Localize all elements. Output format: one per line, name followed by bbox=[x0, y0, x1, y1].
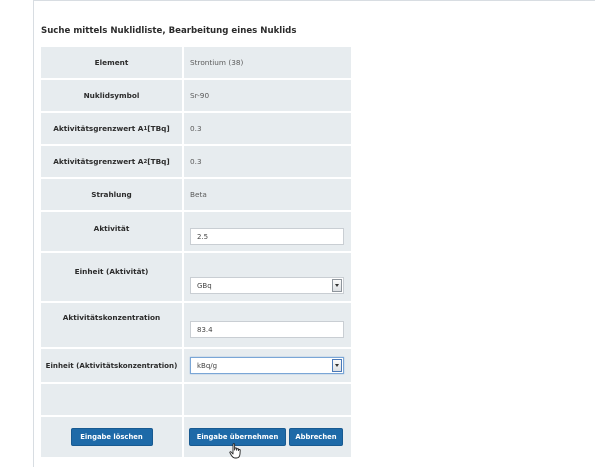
element-value: Strontium (38) bbox=[184, 47, 351, 78]
a1-label-text: Aktivitätsgrenzwert A bbox=[53, 124, 144, 133]
einheit-konzentration-select[interactable]: kBq/g bbox=[190, 357, 344, 374]
row-strahlung: Strahlung Beta bbox=[41, 179, 351, 210]
einheit-aktivitaet-cell: GBq bbox=[184, 253, 351, 301]
aktivitaet-label: Aktivität bbox=[41, 212, 182, 251]
a2-label: Aktivitätsgrenzwert A2 [TBq] bbox=[41, 146, 182, 177]
row-einheit-aktivitaet: Einheit (Aktivität) GBq bbox=[41, 253, 351, 301]
row-aktivitaet: Aktivität 2.5 bbox=[41, 212, 351, 251]
aktivitaet-cell: 2.5 bbox=[184, 212, 351, 251]
element-label: Element bbox=[41, 47, 182, 78]
aktivitaetskonzentration-cell: 83.4 bbox=[184, 303, 351, 347]
row-nuklidsymbol: Nuklidsymbol Sr-90 bbox=[41, 80, 351, 111]
row-buttons: Eingabe löschen Eingabe übernehmen Abbre… bbox=[41, 417, 351, 457]
aktivitaetskonzentration-input[interactable]: 83.4 bbox=[190, 321, 344, 338]
einheit-konzentration-label: Einheit (Aktivitätskonzentration) bbox=[41, 349, 182, 382]
a2-label-text: Aktivitätsgrenzwert A bbox=[53, 157, 144, 166]
clear-cell: Eingabe löschen bbox=[41, 417, 182, 457]
row-einheit-konzentration: Einheit (Aktivitätskonzentration) kBq/g bbox=[41, 349, 351, 382]
empty-value-cell bbox=[184, 384, 351, 415]
einheit-aktivitaet-select[interactable]: GBq bbox=[190, 277, 344, 294]
row-a1: Aktivitätsgrenzwert A1 [TBq] 0.3 bbox=[41, 113, 351, 144]
row-a2: Aktivitätsgrenzwert A2 [TBq] 0.3 bbox=[41, 146, 351, 177]
einheit-konzentration-selected: kBq/g bbox=[197, 361, 218, 370]
strahlung-label: Strahlung bbox=[41, 179, 182, 210]
a1-label: Aktivitätsgrenzwert A1 [TBq] bbox=[41, 113, 182, 144]
a1-label-unit: [TBq] bbox=[147, 124, 170, 133]
a2-value: 0.3 bbox=[184, 146, 351, 177]
nuklidsymbol-label: Nuklidsymbol bbox=[41, 80, 182, 111]
actions-cell: Eingabe übernehmen Abbrechen bbox=[184, 417, 351, 457]
nuklidsymbol-value: Sr-90 bbox=[184, 80, 351, 111]
empty-label-cell bbox=[41, 384, 182, 415]
a2-label-unit: [TBq] bbox=[147, 157, 170, 166]
row-element: Element Strontium (38) bbox=[41, 47, 351, 78]
row-aktivitaetskonzentration: Aktivitätskonzentration 83.4 bbox=[41, 303, 351, 347]
aktivitaetskonzentration-label: Aktivitätskonzentration bbox=[41, 303, 182, 347]
page-title: Suche mittels Nuklidliste, Bearbeitung e… bbox=[41, 26, 297, 36]
strahlung-value: Beta bbox=[184, 179, 351, 210]
einheit-aktivitaet-label: Einheit (Aktivität) bbox=[41, 253, 182, 301]
row-empty bbox=[41, 384, 351, 415]
einheit-konzentration-cell: kBq/g bbox=[184, 349, 351, 382]
chevron-down-icon[interactable] bbox=[332, 279, 342, 292]
aktivitaet-input[interactable]: 2.5 bbox=[190, 228, 344, 245]
einheit-aktivitaet-selected: GBq bbox=[197, 281, 212, 290]
chevron-down-icon[interactable] bbox=[332, 359, 342, 372]
clear-button[interactable]: Eingabe löschen bbox=[70, 428, 153, 446]
cancel-button[interactable]: Abbrechen bbox=[289, 428, 343, 446]
hand-pointer-icon bbox=[229, 443, 241, 459]
a1-value: 0.3 bbox=[184, 113, 351, 144]
